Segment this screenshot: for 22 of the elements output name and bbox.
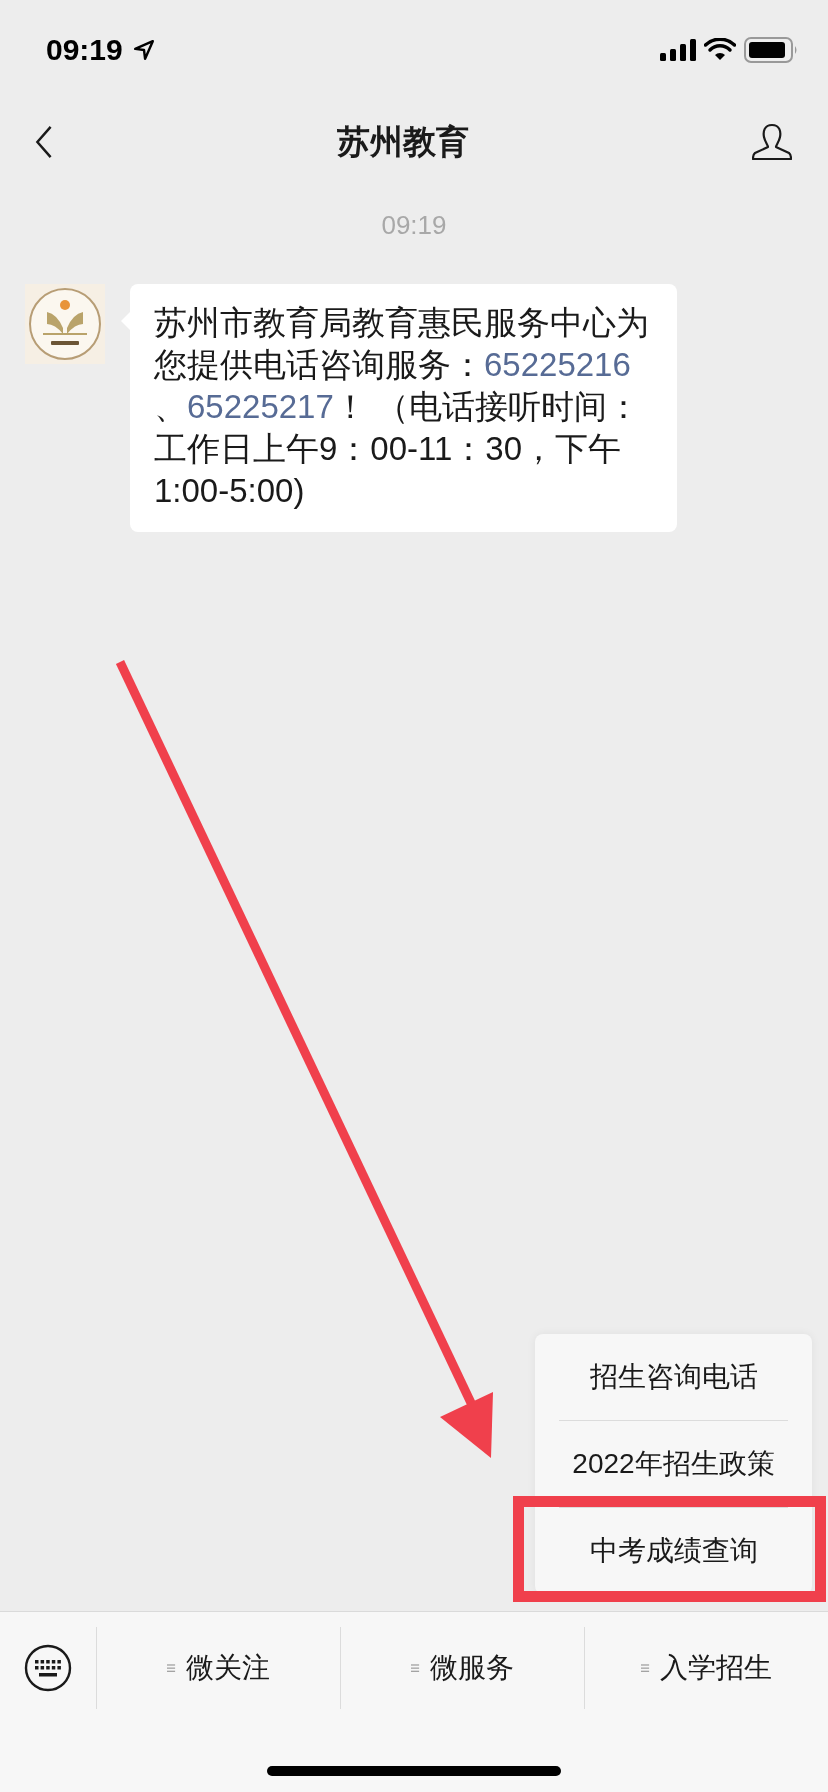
- battery-icon: [744, 37, 798, 63]
- bottom-menu-button[interactable]: 入学招生: [660, 1649, 772, 1687]
- phone-link[interactable]: 65225217: [187, 388, 334, 425]
- location-arrow-icon: [132, 39, 155, 61]
- bottom-menu-button[interactable]: 微服务: [430, 1649, 514, 1687]
- wifi-icon: [704, 38, 736, 62]
- menu-item[interactable]: 招生咨询电话: [535, 1334, 812, 1420]
- message-timestamp: 09:19: [381, 210, 447, 242]
- menu-icon: [411, 1663, 420, 1673]
- signal-icon: [660, 39, 696, 61]
- profile-icon[interactable]: [752, 123, 792, 161]
- back-icon[interactable]: [34, 125, 54, 159]
- menu-icon: [641, 1663, 650, 1673]
- status-time: 09:19: [46, 33, 123, 67]
- keyboard-icon[interactable]: [24, 1644, 72, 1692]
- menu-item[interactable]: 中考成绩查询: [535, 1508, 812, 1594]
- menu-item[interactable]: 2022年招生政策: [535, 1421, 812, 1507]
- message-text: 苏州市教育局教育惠民服务中心为 您提供电话咨询服务：65225216 、65225217！ （电话接听时间： 工作日上午9：00-11：30，下午 1:00-5:00): [154, 303, 649, 511]
- chat-title: 苏州教育: [337, 121, 469, 162]
- phone-link[interactable]: 65225216: [484, 346, 631, 383]
- menu-icon: [167, 1663, 176, 1673]
- bottom-menu-button[interactable]: 微关注: [186, 1649, 270, 1687]
